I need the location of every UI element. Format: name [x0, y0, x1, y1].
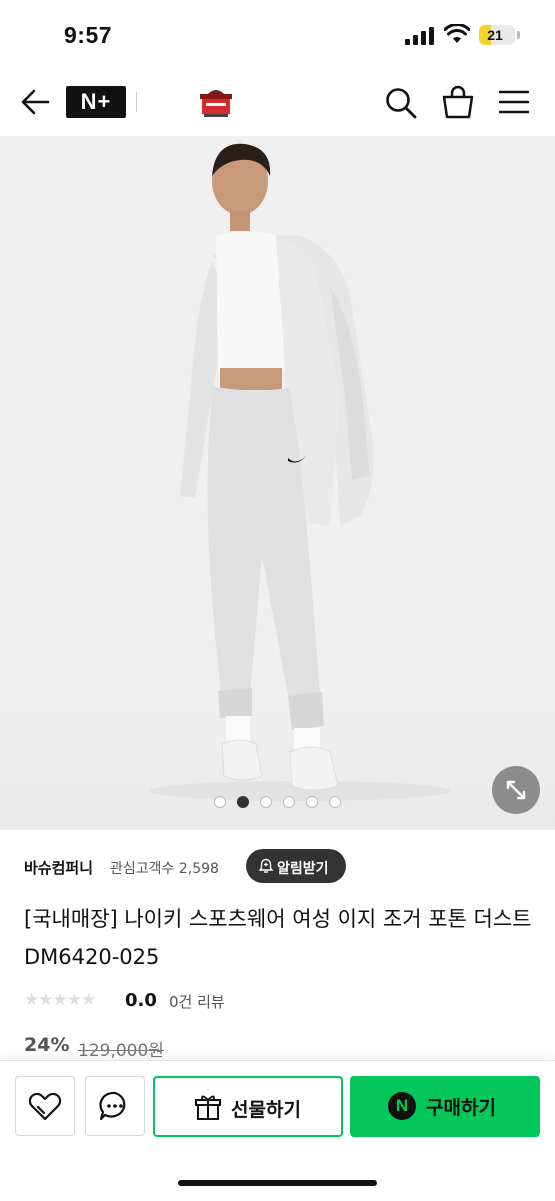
- gift-icon: [195, 1095, 221, 1120]
- gift-button[interactable]: 선물하기: [153, 1076, 343, 1137]
- battery-icon: 21: [479, 25, 515, 45]
- price-row: 24% 129,000원: [24, 1034, 524, 1061]
- status-bar: 9:57 21: [0, 0, 555, 70]
- follow-alert-button[interactable]: 알림받기: [246, 849, 346, 883]
- seller-row: 바슈컴퍼니 관심고객수 2,598 알림받기: [24, 849, 544, 883]
- bell-plus-icon: [258, 858, 274, 873]
- gallery-dot[interactable]: [214, 796, 226, 808]
- heart-icon: [28, 1092, 62, 1121]
- naver-plus-badge[interactable]: N+: [66, 86, 126, 118]
- back-arrow-icon[interactable]: [18, 86, 52, 118]
- nav-divider: [136, 92, 137, 112]
- rating-row[interactable]: ★★★★★ 0.0 0건 리뷰: [24, 988, 424, 1014]
- chat-button[interactable]: [85, 1076, 145, 1136]
- top-nav: N+: [0, 70, 555, 136]
- seller-name[interactable]: 바슈컴퍼니: [24, 857, 93, 878]
- expand-icon: [506, 780, 526, 800]
- gallery-dot[interactable]: [306, 796, 318, 808]
- expand-image-button[interactable]: [492, 766, 540, 814]
- rating-value: 0.0: [125, 990, 157, 1011]
- product-photo-model: [150, 143, 450, 801]
- product-image[interactable]: [0, 136, 555, 830]
- gallery-dot[interactable]: [260, 796, 272, 808]
- gallery-dot[interactable]: [237, 796, 249, 808]
- menu-icon[interactable]: [499, 89, 529, 115]
- original-price: 129,000원: [78, 1041, 164, 1061]
- follower-count: 관심고객수 2,598: [110, 861, 219, 877]
- wifi-icon: [444, 24, 470, 43]
- shopping-bag-icon[interactable]: [441, 84, 475, 120]
- store-logo[interactable]: [196, 84, 236, 120]
- rating-stars: ★★★★★: [24, 990, 96, 1010]
- wishlist-button[interactable]: [15, 1076, 75, 1136]
- search-icon[interactable]: [384, 86, 418, 120]
- chat-bubble-icon: [99, 1091, 126, 1121]
- discount-rate: 24%: [24, 1034, 70, 1056]
- cellular-signal-icon: [405, 27, 435, 45]
- naver-pay-icon: N: [388, 1092, 416, 1120]
- gallery-dot[interactable]: [283, 796, 295, 808]
- status-time: 9:57: [64, 22, 113, 48]
- review-count[interactable]: 0건 리뷰: [169, 991, 225, 1012]
- gallery-dot[interactable]: [329, 796, 341, 808]
- product-title: [국내매장] 나이키 스포츠웨어 여성 이지 조거 포톤 더스트 DM6420-…: [24, 907, 532, 969]
- buy-button[interactable]: N 구매하기: [350, 1076, 540, 1137]
- home-indicator: [178, 1180, 377, 1186]
